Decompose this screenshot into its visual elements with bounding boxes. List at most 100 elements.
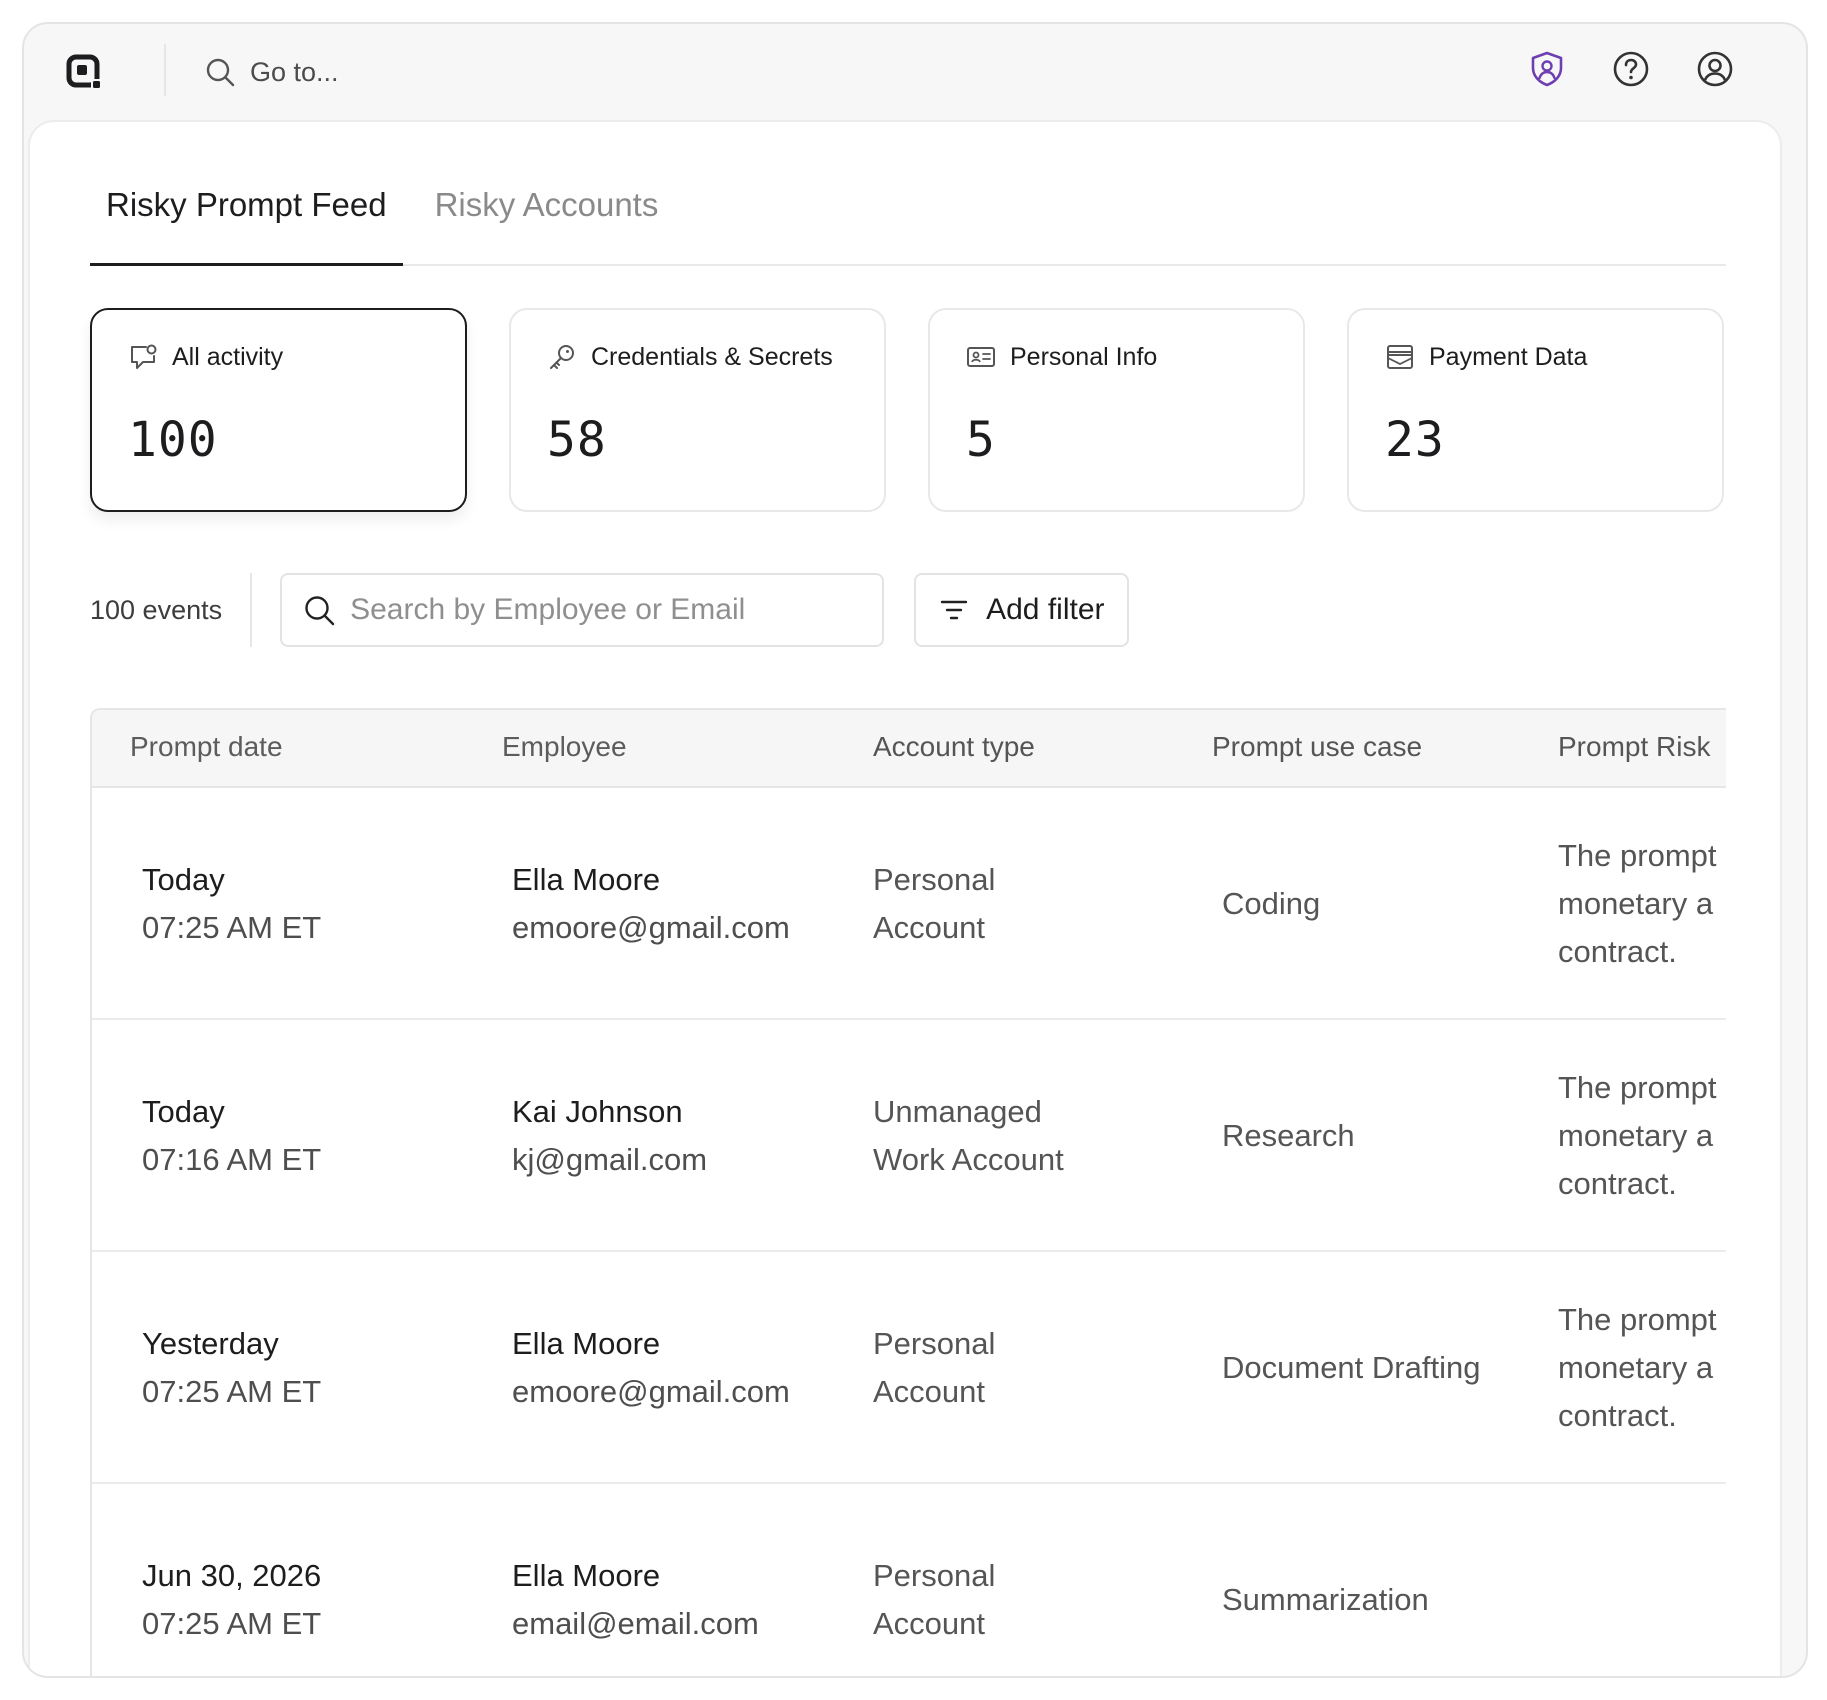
account-type-line: Account	[873, 1374, 986, 1409]
card-label: All activity	[172, 342, 284, 371]
table-row[interactable]: Today 07:16 AM ET Kai Johnson kj@gmail.c…	[92, 1020, 1726, 1252]
tab-bar: Risky Prompt Feed Risky Accounts	[90, 172, 1726, 266]
card-value: 100	[128, 412, 218, 468]
employee-email: email@email.com	[512, 1606, 759, 1641]
employee-name: Kai Johnson	[512, 1094, 683, 1129]
risk-line: The prompt	[1558, 838, 1717, 873]
card-value: 23	[1385, 412, 1445, 468]
prompt-date-cell: Yesterday 07:25 AM ET	[142, 1252, 321, 1484]
event-count: 100 events	[90, 594, 223, 625]
column-header-use-case[interactable]: Prompt use case	[1212, 710, 1422, 788]
risk-line: monetary a	[1558, 886, 1714, 921]
card-label: Payment Data	[1429, 342, 1588, 371]
filter-divider	[250, 573, 253, 647]
risk-line: The prompt	[1558, 1302, 1717, 1337]
card-header: Payment Data	[1385, 342, 1686, 372]
search-icon	[305, 596, 335, 626]
help-icon[interactable]	[1612, 50, 1650, 88]
table-row[interactable]: Yesterday 07:25 AM ET Ella Moore emoore@…	[92, 1252, 1726, 1484]
account-type-cell: Personal Account	[873, 788, 995, 1020]
app-logo-icon[interactable]	[64, 52, 104, 92]
prompt-day: Today	[142, 1094, 225, 1129]
use-case-cell: Coding	[1222, 886, 1321, 921]
use-case-cell: Research	[1222, 1118, 1355, 1153]
account-type-cell: Personal Account	[873, 1252, 995, 1484]
prompt-day: Yesterday	[142, 1326, 279, 1361]
employee-name: Ella Moore	[512, 862, 661, 897]
account-type-cell: Unmanaged Work Account	[873, 1020, 1064, 1252]
search-icon	[206, 58, 235, 87]
employee-search-input[interactable]: Search by Employee or Email	[280, 573, 885, 647]
use-case-cell: Summarization	[1222, 1582, 1429, 1617]
account-type-line: Personal	[873, 862, 996, 897]
topbar-actions	[1528, 50, 1734, 88]
goto-placeholder: Go to...	[250, 56, 339, 87]
prompt-risk-cell: The prompt monetary a contract.	[1558, 1020, 1726, 1252]
main-panel: Risky Prompt Feed Risky Accounts All act…	[28, 120, 1782, 1676]
prompt-day: Today	[142, 862, 225, 897]
goto-search[interactable]: Go to...	[204, 50, 339, 94]
account-icon[interactable]	[1696, 50, 1734, 88]
account-type-line: Personal	[873, 1558, 996, 1593]
card-label: Credentials & Secrets	[591, 342, 833, 371]
card-credentials-secrets[interactable]: Credentials & Secrets 58	[509, 308, 886, 512]
top-bar: Go to...	[24, 24, 1806, 120]
column-header-prompt-risk[interactable]: Prompt Risk	[1558, 710, 1726, 788]
use-case-cell: Document Drafting	[1222, 1350, 1481, 1385]
employee-email: emoore@gmail.com	[512, 1374, 790, 1409]
risk-line: contract.	[1558, 1166, 1677, 1201]
risk-line: contract.	[1558, 1398, 1677, 1433]
account-type-line: Account	[873, 910, 986, 945]
risk-line: The prompt	[1558, 1070, 1717, 1105]
column-header-employee[interactable]: Employee	[502, 710, 627, 788]
employee-cell: Ella Moore emoore@gmail.com	[512, 1252, 790, 1484]
prompt-time: 07:16 AM ET	[142, 1142, 322, 1177]
prompt-date-cell: Today 07:25 AM ET	[142, 788, 321, 1020]
employee-email: emoore@gmail.com	[512, 910, 790, 945]
id-card-icon	[967, 347, 995, 367]
employee-name: Ella Moore	[512, 1326, 661, 1361]
topbar-divider	[164, 44, 166, 96]
column-header-account-type[interactable]: Account type	[873, 710, 1035, 788]
table-row[interactable]: Jun 30, 2026 07:25 AM ET Ella Moore emai…	[92, 1484, 1726, 1676]
account-type-line: Personal	[873, 1326, 996, 1361]
add-filter-button[interactable]: Add filter	[914, 573, 1129, 647]
card-header: Personal Info	[966, 342, 1267, 372]
prompt-risk-cell: The prompt monetary a contract.	[1558, 1252, 1726, 1484]
shield-user-icon[interactable]	[1528, 50, 1566, 88]
employee-email: kj@gmail.com	[512, 1142, 708, 1177]
prompt-time: 07:25 AM ET	[142, 910, 322, 945]
account-type-line: Unmanaged	[873, 1094, 1042, 1129]
tab-risky-prompt-feed[interactable]: Risky Prompt Feed	[90, 172, 403, 266]
card-payment-data[interactable]: Payment Data 23	[1347, 308, 1724, 512]
prompt-risk-cell: The prompt monetary a contract.	[1558, 788, 1726, 1020]
column-header-prompt-date[interactable]: Prompt date	[130, 710, 283, 788]
account-type-line: Account	[873, 1606, 986, 1641]
key-icon	[550, 345, 574, 369]
prompt-day: Jun 30, 2026	[142, 1558, 322, 1593]
prompt-time: 07:25 AM ET	[142, 1374, 322, 1409]
search-placeholder: Search by Employee or Email	[350, 593, 746, 626]
table-row[interactable]: Today 07:25 AM ET Ella Moore emoore@gmai…	[92, 788, 1726, 1020]
card-personal-info[interactable]: Personal Info 5	[928, 308, 1305, 512]
prompt-date-cell: Jun 30, 2026 07:25 AM ET	[142, 1484, 322, 1676]
table-header: Prompt date Employee Account type Prompt…	[92, 710, 1726, 788]
prompt-date-cell: Today 07:16 AM ET	[142, 1020, 321, 1252]
card-all-activity[interactable]: All activity 100	[90, 308, 467, 512]
filter-icon	[940, 600, 968, 620]
card-label: Personal Info	[1010, 342, 1158, 371]
risk-line: contract.	[1558, 934, 1677, 969]
account-type-cell: Personal Account	[873, 1484, 996, 1676]
payment-card-icon	[1387, 345, 1413, 369]
card-header: All activity	[128, 342, 429, 372]
chat-alert-icon	[131, 344, 157, 369]
employee-cell: Kai Johnson kj@gmail.com	[512, 1020, 707, 1252]
risk-line: monetary a	[1558, 1350, 1714, 1385]
prompt-time: 07:25 AM ET	[142, 1606, 322, 1641]
tab-risky-accounts[interactable]: Risky Accounts	[419, 172, 675, 266]
card-header: Credentials & Secrets	[547, 342, 848, 372]
stat-cards: All activity 100 Credentials & Secrets 5…	[90, 308, 1726, 512]
filter-row: 100 events Search by Employee or Email A…	[90, 572, 1726, 648]
card-value: 58	[547, 412, 607, 468]
employee-cell: Ella Moore emoore@gmail.com	[512, 788, 790, 1020]
